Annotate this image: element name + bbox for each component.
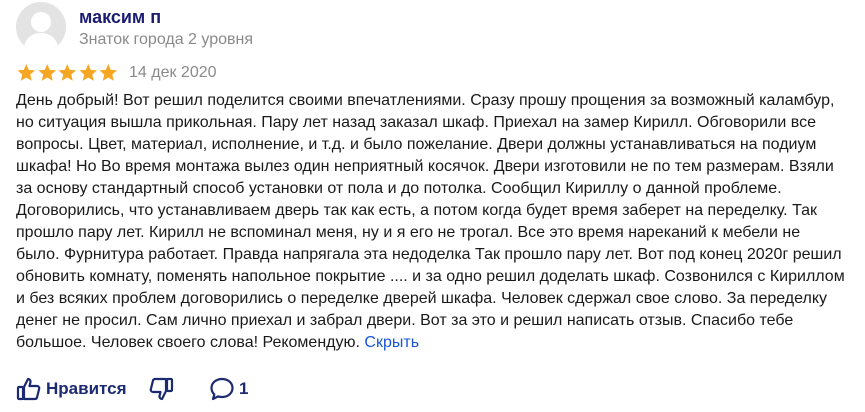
avatar[interactable] (16, 2, 66, 52)
hide-review-link[interactable]: Скрыть (364, 334, 419, 351)
thumbs-up-icon (16, 376, 42, 402)
star-icon (99, 64, 118, 81)
star-icon (78, 64, 97, 81)
review-body: День добрый! Вот решил поделится своими … (16, 92, 845, 351)
review-date: 14 дек 2020 (129, 64, 217, 81)
star-icon (17, 64, 36, 81)
like-label: Нравится (46, 379, 127, 398)
comments-count: 1 (239, 379, 249, 398)
star-icon (58, 64, 77, 81)
author-rank: Знаток города 2 уровня (79, 31, 254, 48)
star-icon (37, 64, 56, 81)
comment-bubble-icon (209, 376, 235, 402)
like-button[interactable]: Нравится (16, 376, 127, 402)
user-silhouette-icon (23, 12, 59, 52)
review-text: День добрый! Вот решил поделится своими … (16, 90, 846, 354)
dislike-button[interactable] (148, 376, 174, 402)
thumbs-down-icon (148, 376, 174, 402)
author-name[interactable]: максим п (79, 7, 161, 28)
comments-button[interactable]: 1 (209, 376, 248, 402)
rating-stars (16, 62, 119, 84)
